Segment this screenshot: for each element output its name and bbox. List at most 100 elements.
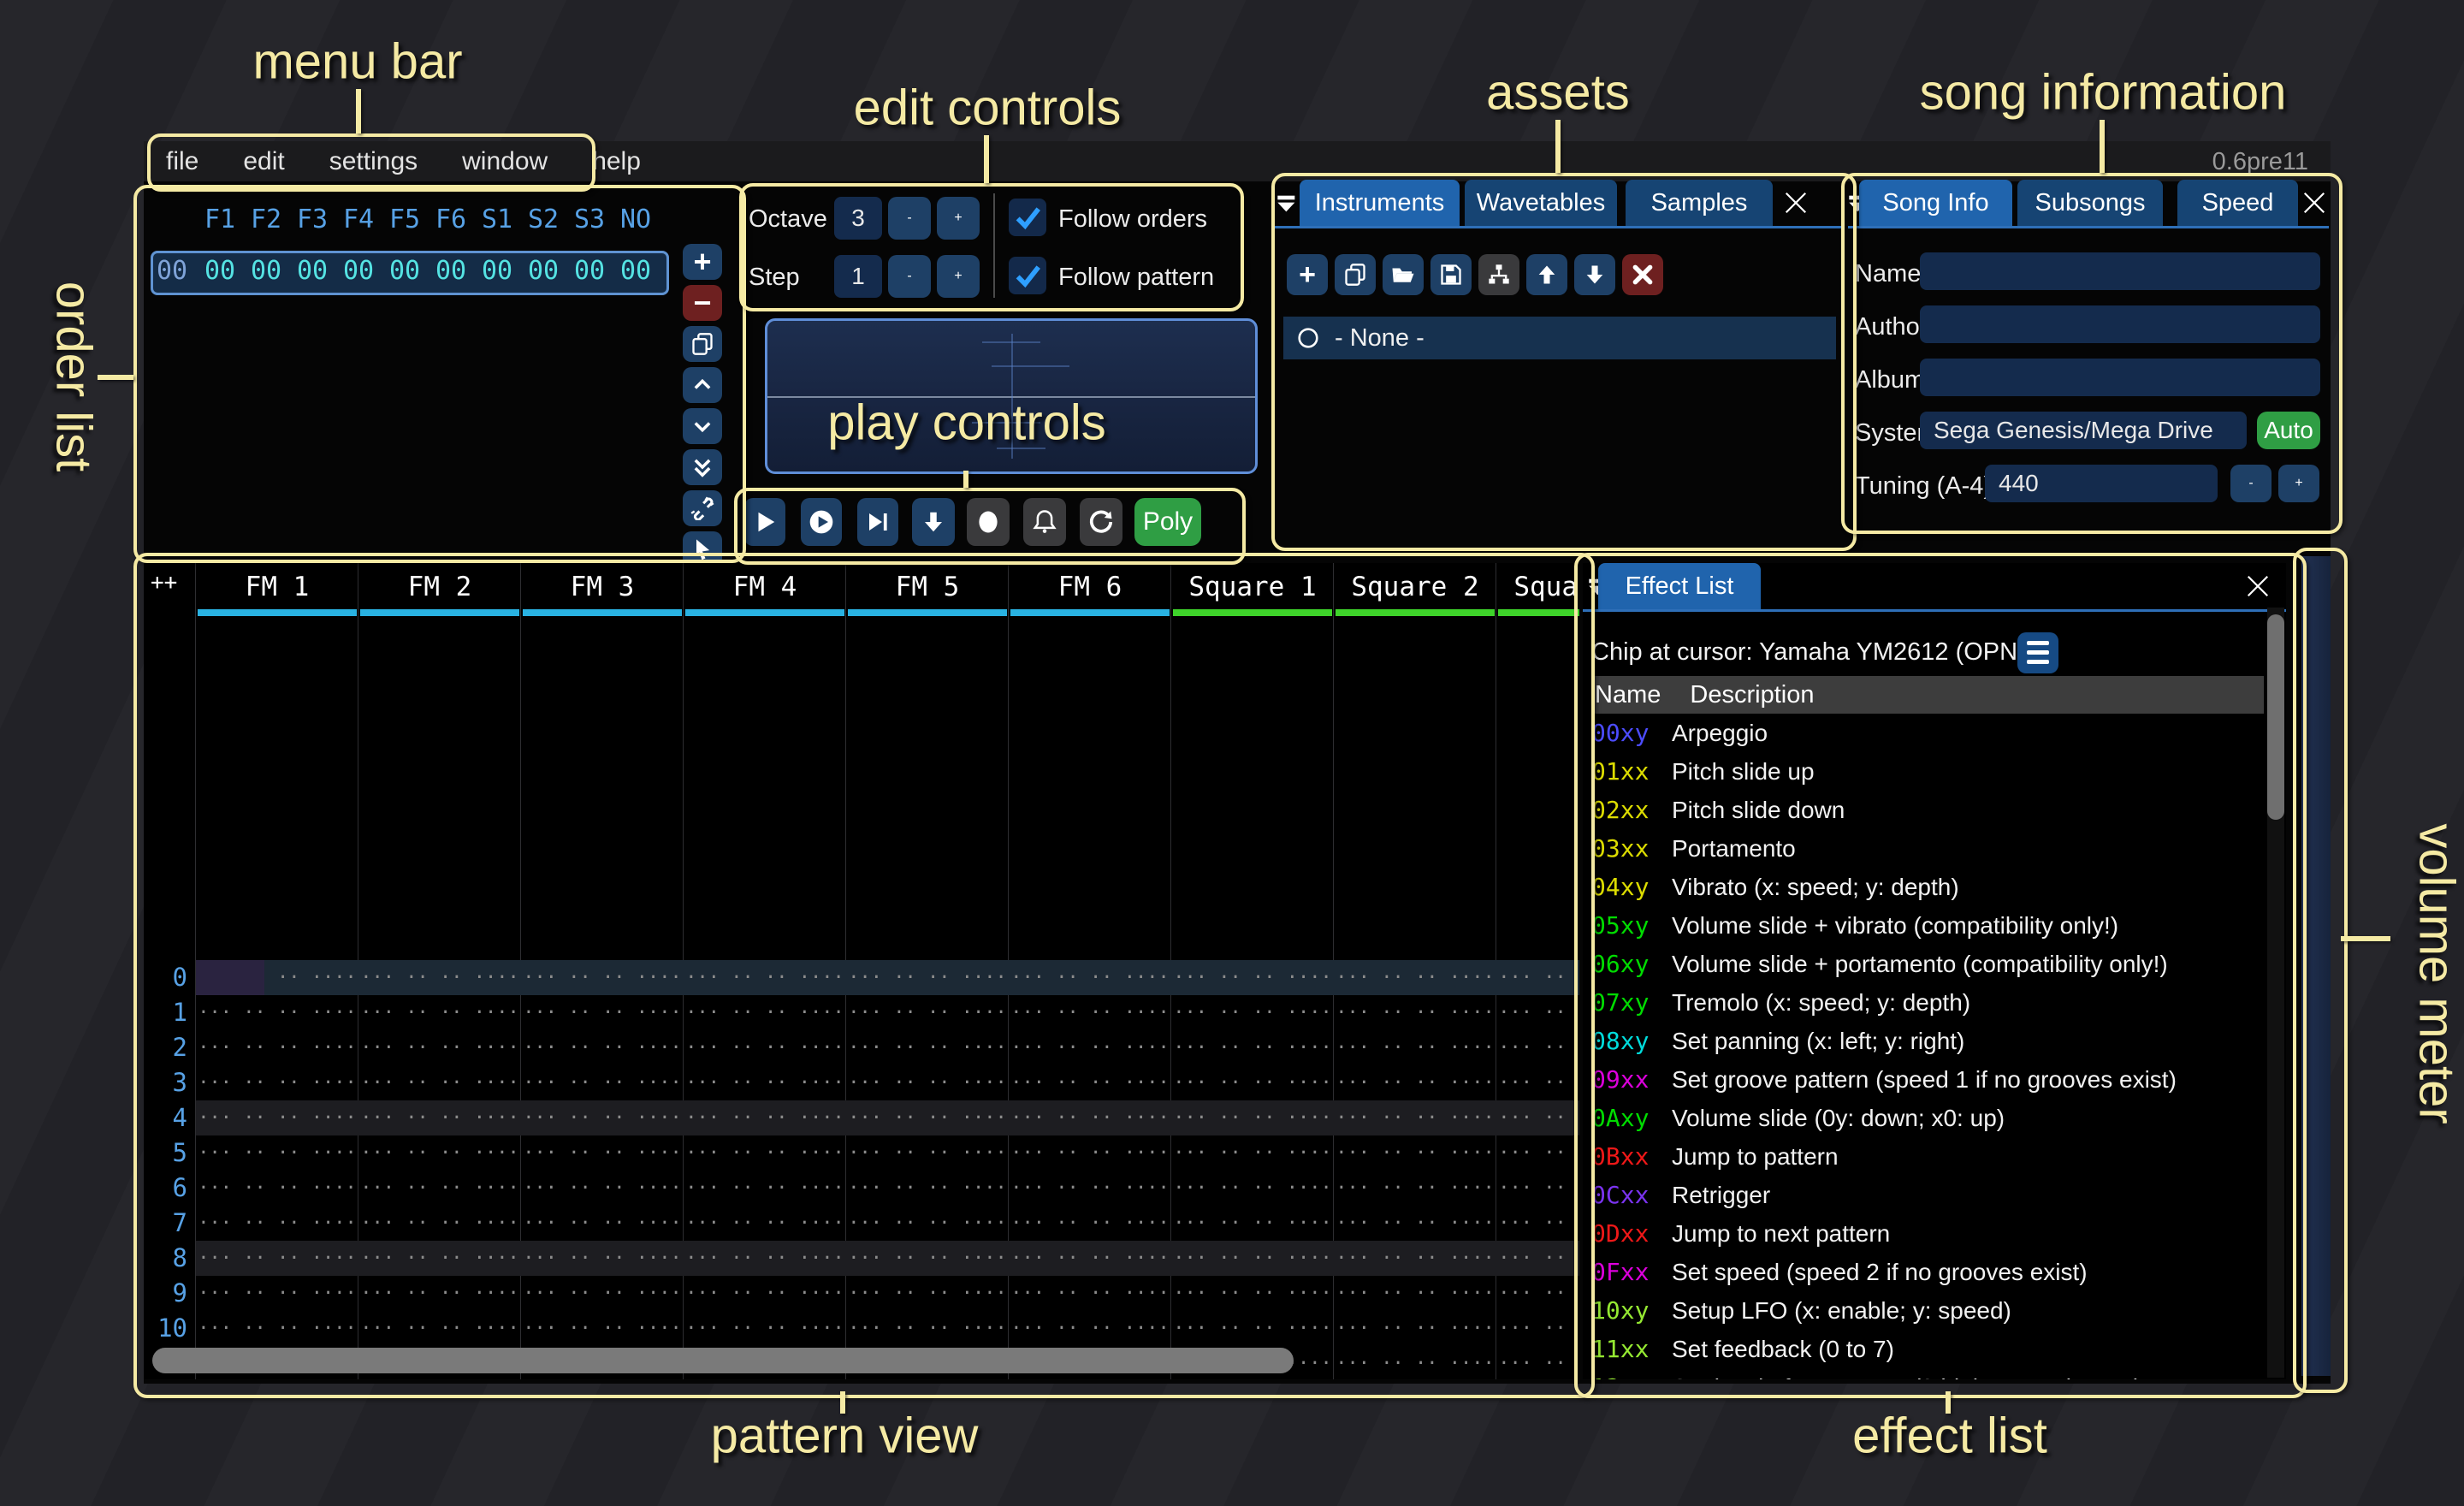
pattern-cell[interactable]: ··· ·· ·· ····: [196, 960, 358, 995]
pattern-row[interactable]: 10··· ·· ·· ······· ·· ·· ······· ·· ·· …: [144, 1311, 1579, 1346]
effect-entry[interactable]: 04xyVibrato (x: speed; y: depth): [1591, 868, 2267, 906]
channel-header-square-1[interactable]: Square 1: [1171, 563, 1334, 616]
pattern-cell[interactable]: ··· ·· ·· ····: [521, 1135, 684, 1171]
pattern-cell[interactable]: ··· ·· ·· ····: [846, 1206, 1009, 1241]
order-cell-7[interactable]: 00: [520, 256, 566, 286]
pattern-cell[interactable]: ··· ·· ·· ····: [846, 1030, 1009, 1065]
pattern-cell[interactable]: ··· ·· ·· ····: [521, 1311, 684, 1346]
order-col-S1[interactable]: S1: [474, 205, 520, 234]
pattern-cell[interactable]: ··· ·· ·· ····: [846, 1171, 1009, 1206]
pattern-cell[interactable]: ··· ·· ·· ····: [358, 1311, 521, 1346]
order-col-S3[interactable]: S3: [566, 205, 613, 234]
pattern-cell[interactable]: ··· ·· ·· ····: [1334, 1030, 1496, 1065]
pattern-cell[interactable]: ··· ·· ·· ····: [1009, 1065, 1171, 1100]
effect-entry[interactable]: 0CxxRetrigger: [1591, 1176, 2267, 1214]
menu-item-help[interactable]: help: [570, 147, 663, 176]
pattern-cell[interactable]: ··· ·· ·· ····: [358, 1241, 521, 1276]
order-move-down-button[interactable]: [683, 408, 722, 444]
pattern-cell[interactable]: ··· ·· ·· ····: [521, 1030, 684, 1065]
pattern-cell[interactable]: ··· ·· ·· ····: [1009, 1311, 1171, 1346]
pattern-cell[interactable]: ··· ·· ·· ····: [358, 960, 521, 995]
menu-item-window[interactable]: window: [440, 147, 570, 176]
pattern-cell[interactable]: ··· ·· ·· ····: [1009, 1276, 1171, 1311]
pattern-cell[interactable]: ··· ·· ·· ····: [684, 1241, 846, 1276]
pattern-cell[interactable]: ··· ·· ·· ····: [1334, 1171, 1496, 1206]
menu-item-file[interactable]: file: [144, 147, 221, 176]
order-col-NO[interactable]: NO: [613, 205, 659, 234]
pattern-cell[interactable]: ··· ·· ·· ····: [1334, 1065, 1496, 1100]
step-value[interactable]: 1: [834, 255, 882, 298]
author-field[interactable]: [1920, 305, 2320, 343]
channel-header-fm-3[interactable]: FM 3: [521, 563, 684, 616]
channel-header-fm-2[interactable]: FM 2: [358, 563, 521, 616]
pattern-cell[interactable]: ··· ·· ·· ····: [1009, 1241, 1171, 1276]
effect-entry[interactable]: 0FxxSet speed (speed 2 if no grooves exi…: [1591, 1253, 2267, 1291]
repeat-button[interactable]: [1080, 498, 1122, 546]
pattern-cell[interactable]: ··· ·· ·· ····: [684, 1206, 846, 1241]
effect-entry[interactable]: 06xyVolume slide + portamento (compatibi…: [1591, 945, 2267, 983]
pattern-cell[interactable]: ··· ·· ·· ····: [196, 1065, 358, 1100]
channel-header-fm-4[interactable]: FM 4: [684, 563, 846, 616]
metronome-button[interactable]: [1023, 498, 1066, 546]
pattern-cell[interactable]: ··· ·· ·· ····: [196, 1100, 358, 1135]
step-minus-button[interactable]: -: [888, 255, 931, 298]
pattern-cell[interactable]: ··· ·· ·· ····: [196, 1135, 358, 1171]
order-move-up-button[interactable]: [683, 367, 722, 403]
pattern-cell[interactable]: ··· ·· ·· ····: [521, 960, 684, 995]
pattern-cell[interactable]: ··· ·· ·· ····: [1496, 1135, 1579, 1171]
pattern-cell[interactable]: ··· ·· ·· ····: [1496, 1171, 1579, 1206]
octave-value[interactable]: 3: [834, 197, 882, 240]
order-select-button[interactable]: [683, 531, 722, 567]
pattern-row[interactable]: 8··· ·· ·· ······· ·· ·· ······· ·· ·· ·…: [144, 1241, 1579, 1276]
pattern-cell[interactable]: ··· ·· ·· ····: [521, 1276, 684, 1311]
effect-entry[interactable]: 01xxPitch slide up: [1591, 752, 2267, 791]
pattern-cell[interactable]: ··· ·· ·· ····: [1171, 1100, 1334, 1135]
pattern-cell[interactable]: ··· ·· ·· ····: [1171, 1171, 1334, 1206]
follow-orders-label[interactable]: Follow orders: [1058, 205, 1207, 234]
order-cell-9[interactable]: 00: [613, 256, 659, 286]
order-move-bottom-button[interactable]: [683, 449, 722, 485]
pattern-cell[interactable]: ··· ·· ·· ····: [1496, 1030, 1579, 1065]
octave-minus-button[interactable]: -: [888, 197, 931, 240]
pattern-cell[interactable]: ··· ·· ·· ····: [1009, 1030, 1171, 1065]
pattern-cell[interactable]: ··· ·· ·· ····: [1334, 1346, 1496, 1379]
pattern-cell[interactable]: ··· ·· ·· ····: [846, 995, 1009, 1030]
tab-speed[interactable]: Speed: [2177, 180, 2298, 226]
channel-header-fm-5[interactable]: FM 5: [846, 563, 1009, 616]
pattern-cell[interactable]: ··· ·· ·· ····: [846, 1276, 1009, 1311]
order-col-F1[interactable]: F1: [197, 205, 243, 234]
effect-entry[interactable]: 07xyTremolo (x: speed; y: depth): [1591, 983, 2267, 1022]
pattern-cell[interactable]: ··· ·· ·· ····: [196, 1311, 358, 1346]
order-col-F4[interactable]: F4: [335, 205, 382, 234]
effect-entry[interactable]: 11xxSet feedback (0 to 7): [1591, 1330, 2267, 1368]
pattern-cell[interactable]: ··· ·· ·· ····: [358, 1030, 521, 1065]
pattern-cell[interactable]: ··· ·· ·· ····: [1334, 1135, 1496, 1171]
pattern-cell[interactable]: ··· ·· ·· ····: [196, 995, 358, 1030]
pattern-cell[interactable]: ··· ·· ·· ····: [1009, 1100, 1171, 1135]
step-plus-button[interactable]: +: [937, 255, 980, 298]
pattern-row[interactable]: 9··· ·· ·· ······· ·· ·· ······· ·· ·· ·…: [144, 1276, 1579, 1311]
follow-orders-checkbox[interactable]: [1009, 199, 1046, 236]
tuning-plus-button[interactable]: +: [2278, 465, 2319, 502]
order-cell-8[interactable]: 00: [566, 256, 613, 286]
follow-pattern-label[interactable]: Follow pattern: [1058, 264, 1214, 292]
tab-song-info[interactable]: Song Info: [1859, 180, 2012, 226]
name-field[interactable]: [1920, 252, 2320, 290]
order-cell-6[interactable]: 00: [474, 256, 520, 286]
pattern-cell[interactable]: ··· ·· ·· ····: [196, 1171, 358, 1206]
tab-samples[interactable]: Samples: [1626, 180, 1773, 226]
pattern-cell[interactable]: ··· ·· ·· ····: [1171, 960, 1334, 995]
pattern-cell[interactable]: ··· ·· ·· ····: [358, 995, 521, 1030]
tab-wavetables[interactable]: Wavetables: [1465, 180, 1617, 226]
pattern-cell[interactable]: ··· ·· ·· ····: [521, 1171, 684, 1206]
pattern-cell[interactable]: ··· ·· ·· ····: [521, 1206, 684, 1241]
asset-save-button[interactable]: [1430, 254, 1472, 295]
pattern-cell[interactable]: ··· ·· ·· ····: [521, 1241, 684, 1276]
pattern-cell[interactable]: ··· ·· ·· ····: [684, 1030, 846, 1065]
effect-entry[interactable]: 00xyArpeggio: [1591, 714, 2267, 752]
pattern-cell[interactable]: ··· ·· ·· ····: [521, 995, 684, 1030]
order-cell-5[interactable]: 00: [428, 256, 474, 286]
effect-entry[interactable]: 10xySetup LFO (x: enable; y: speed): [1591, 1291, 2267, 1330]
pattern-cell[interactable]: ··· ·· ·· ····: [684, 1276, 846, 1311]
asset-delete-button[interactable]: [1622, 254, 1663, 295]
